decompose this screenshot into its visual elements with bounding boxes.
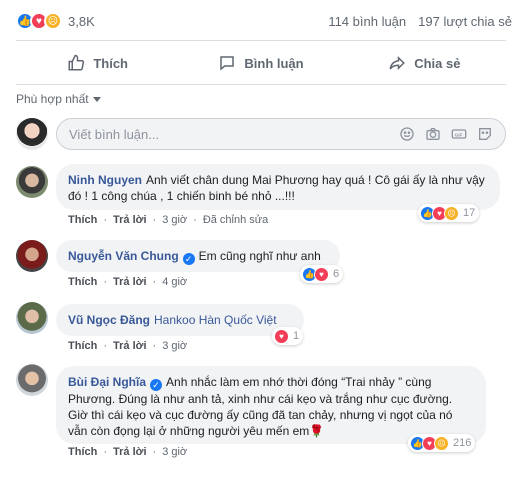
camera-icon[interactable] (425, 126, 441, 142)
comment-button-label: Bình luận (244, 55, 304, 71)
reaction-count: 6 (333, 268, 340, 280)
post-actions: Thích Bình luận Chia sẻ (16, 47, 506, 79)
comment-like-link[interactable]: Thích (68, 276, 97, 288)
comment-time[interactable]: 3 giờ (162, 340, 187, 352)
comment-text: Em cũng nghĩ như anh (198, 249, 321, 263)
share-count[interactable]: 197 lượt chia sẻ (418, 14, 512, 29)
comment-bubble: Bùi Đại Nghĩa ✓ Anh nhắc làm em nhớ thời đ… (56, 366, 486, 444)
comment-avatar[interactable] (16, 302, 48, 334)
comment-input[interactable] (69, 126, 399, 142)
comment-reply-link[interactable]: Trả lời (113, 446, 147, 458)
comment-actions: Thích · Trả lời · 3 giờ · Đã chỉnh sửa (68, 214, 269, 226)
love-reaction-icon: ♥ (314, 266, 329, 282)
comment-actions: Thích · Trả lời · 3 giờ (68, 340, 188, 352)
comment-composer: GIF (56, 118, 506, 150)
share-button[interactable]: Chia sẻ (343, 47, 506, 79)
reaction-count[interactable]: 3,8K (68, 14, 95, 29)
reactions-summary: 👍 ♥ ☹ 3,8K 114 bình luận 197 lượt chia s… (16, 8, 512, 34)
thumbs-up-icon (68, 54, 85, 71)
comment-avatar[interactable] (16, 166, 48, 198)
reaction-count: 17 (463, 207, 476, 219)
sticker-icon[interactable] (477, 126, 493, 142)
comment-reply-link[interactable]: Trả lời (113, 340, 147, 352)
comment-author[interactable]: Vũ Ngọc Đăng (68, 313, 150, 327)
current-user-avatar[interactable] (16, 118, 48, 150)
comment-reactions-badge[interactable]: 👍 ♥ 6 (300, 265, 344, 283)
comment-edited-label[interactable]: Đã chỉnh sửa (203, 214, 268, 226)
emoji-icon[interactable] (399, 126, 415, 142)
comment-bubble: Vũ Ngọc Đăng Hankoo Hàn Quốc Việt (56, 304, 304, 336)
verified-badge-icon: ✓ (150, 379, 163, 391)
comment-sort-dropdown[interactable]: Phù hợp nhất (16, 92, 101, 106)
comment-reply-link[interactable]: Trả lời (113, 214, 147, 226)
reaction-icons[interactable]: 👍 ♥ ☹ (16, 12, 62, 30)
comment-time[interactable]: 4 giờ (162, 276, 187, 288)
reaction-count: 216 (453, 437, 472, 449)
comment-time[interactable]: 3 giờ (162, 214, 187, 226)
comment-author[interactable]: Bùi Đại Nghĩa (68, 375, 146, 389)
comment-reactions-badge[interactable]: 👍 ♥ ☹ 216 (408, 434, 476, 452)
comment-count[interactable]: 114 bình luận (328, 14, 406, 29)
comment-like-link[interactable]: Thích (68, 214, 97, 226)
comment-like-link[interactable]: Thích (68, 446, 97, 458)
sad-reaction-icon: ☹ (444, 205, 459, 221)
gif-icon[interactable]: GIF (451, 126, 467, 142)
caret-down-icon (92, 97, 101, 102)
sort-label: Phù hợp nhất (16, 92, 89, 106)
sad-reaction-icon: ☹ (44, 12, 62, 30)
share-button-label: Chia sẻ (414, 55, 461, 71)
comment-avatar[interactable] (16, 240, 48, 272)
comment-reactions-badge[interactable]: ♥ 1 (272, 327, 304, 345)
svg-text:GIF: GIF (455, 132, 463, 137)
comment-actions: Thích · Trả lời · 3 giờ (68, 446, 188, 458)
like-button-label: Thích (93, 55, 128, 71)
share-arrow-icon (389, 55, 405, 71)
comment-reply-link[interactable]: Trả lời (113, 276, 147, 288)
verified-badge-icon: ✓ (182, 253, 195, 265)
comment-author[interactable]: Nguyễn Văn Chung (68, 249, 179, 263)
love-reaction-icon: ♥ (274, 328, 289, 344)
comment-actions: Thích · Trả lời · 4 giờ (68, 276, 188, 288)
speech-bubble-icon (220, 56, 235, 71)
comment-author[interactable]: Ninh Nguyen (68, 173, 142, 187)
comment-avatar[interactable] (16, 364, 48, 396)
comment-button[interactable]: Bình luận (179, 47, 342, 79)
divider (16, 40, 506, 41)
comment-bubble: Nguyễn Văn Chung ✓ Em cũng nghĩ như anh (56, 240, 340, 272)
comment-reactions-badge[interactable]: 👍 ♥ ☹ 17 (418, 204, 480, 222)
comment-time[interactable]: 3 giờ (162, 446, 187, 458)
reaction-count: 1 (293, 330, 300, 342)
comment-like-link[interactable]: Thích (68, 340, 97, 352)
divider (16, 84, 506, 85)
sad-reaction-icon: ☹ (434, 435, 449, 451)
comment-mention[interactable]: Hankoo Hàn Quốc Việt (154, 313, 277, 327)
like-button[interactable]: Thích (16, 47, 179, 79)
